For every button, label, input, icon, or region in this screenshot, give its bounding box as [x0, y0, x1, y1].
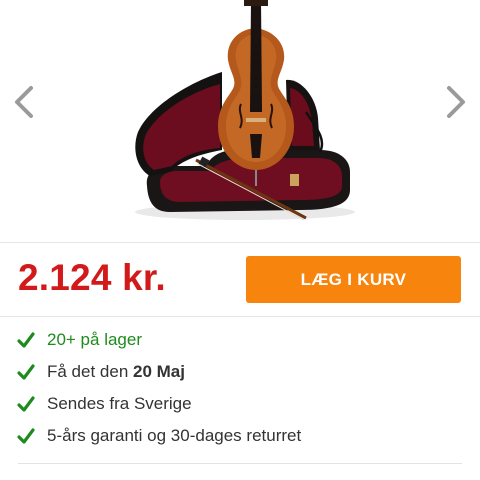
price-divider: [0, 316, 480, 317]
delivery-date: 20 Maj: [133, 362, 185, 381]
usp-text: Sendes fra Sverige: [47, 394, 192, 413]
usp-text: Få det den 20 Maj: [47, 362, 185, 382]
product-image: [135, 0, 355, 221]
price-row: 2.124 kr. LÆG I KURV: [0, 243, 480, 315]
chevron-left-icon: [15, 86, 33, 118]
gallery-prev-button[interactable]: [8, 84, 42, 120]
usp-text: 20+ på lager: [47, 330, 142, 349]
usp-item-warranty: 5-års garanti og 30-dages returret: [0, 420, 480, 452]
usp-item-stock: 20+ på lager: [0, 324, 480, 356]
delivery-prefix: Få det den: [47, 362, 134, 381]
check-icon: [17, 364, 35, 380]
gallery-next-button[interactable]: [438, 84, 472, 120]
product-image-gallery[interactable]: [0, 0, 480, 242]
chevron-right-icon: [447, 86, 465, 118]
usp-text: 5-års garanti og 30-dages returret: [47, 426, 302, 445]
bottom-divider: [18, 463, 462, 464]
check-icon: [17, 332, 35, 348]
usp-list: 20+ på lager Få det den 20 Maj Sendes fr…: [0, 318, 480, 452]
usp-item-shipping: Sendes fra Sverige: [0, 388, 480, 420]
check-icon: [17, 428, 35, 444]
add-to-cart-button[interactable]: LÆG I KURV: [246, 256, 461, 303]
usp-item-delivery: Få det den 20 Maj: [0, 356, 480, 388]
product-price: 2.124 kr.: [18, 257, 166, 298]
check-icon: [17, 396, 35, 412]
